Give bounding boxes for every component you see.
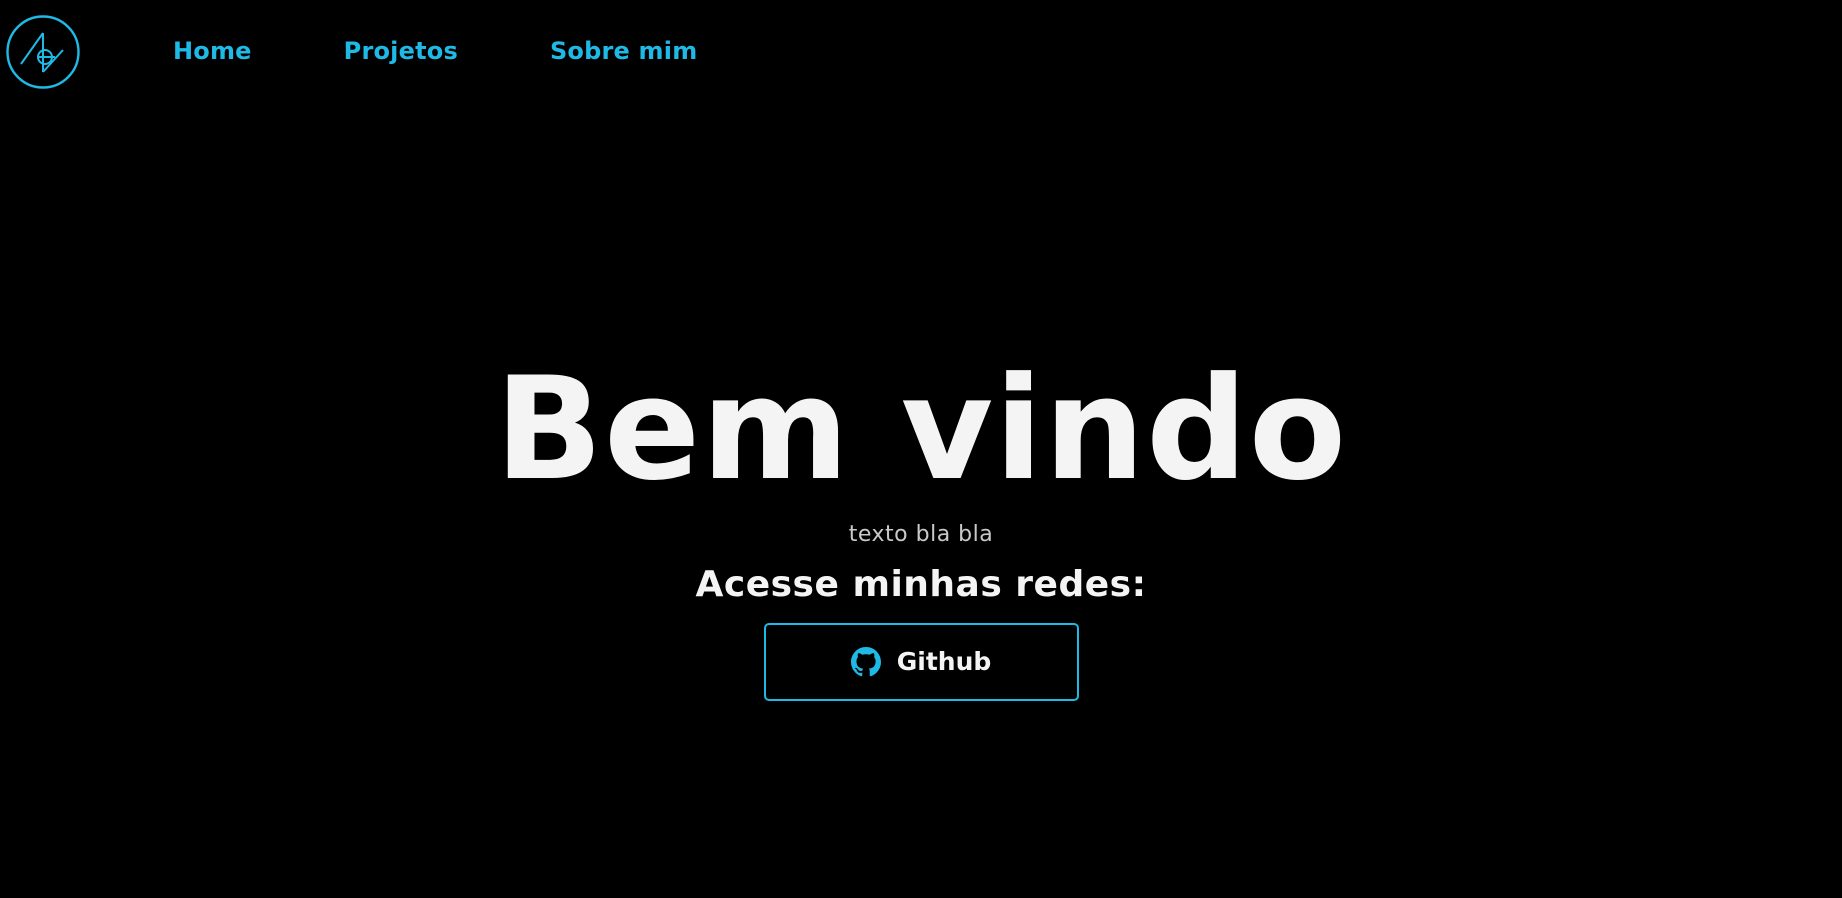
page: Home Projetos Sobre mim Bem vindo texto … xyxy=(0,0,1842,898)
logo-mark xyxy=(6,15,80,89)
nav-link-home[interactable]: Home xyxy=(173,34,252,68)
socials-buttons: Github xyxy=(0,623,1842,701)
github-button[interactable]: Github xyxy=(763,623,1079,701)
site-header: Home Projetos Sobre mim xyxy=(0,0,1842,104)
logo-icon[interactable] xyxy=(5,14,81,90)
socials-heading: Acesse minhas redes: xyxy=(695,564,1147,605)
nav-link-sobre-mim[interactable]: Sobre mim xyxy=(550,34,697,68)
main-nav: Home Projetos Sobre mim xyxy=(173,34,789,68)
nav-link-projetos[interactable]: Projetos xyxy=(344,34,458,68)
github-icon xyxy=(850,647,881,677)
github-button-label: Github xyxy=(896,647,992,676)
hero-title: Bem vindo xyxy=(494,347,1348,512)
hero-section: Bem vindo texto bla bla Acesse minhas re… xyxy=(0,350,1842,701)
hero-subtitle: texto bla bla xyxy=(848,522,994,547)
